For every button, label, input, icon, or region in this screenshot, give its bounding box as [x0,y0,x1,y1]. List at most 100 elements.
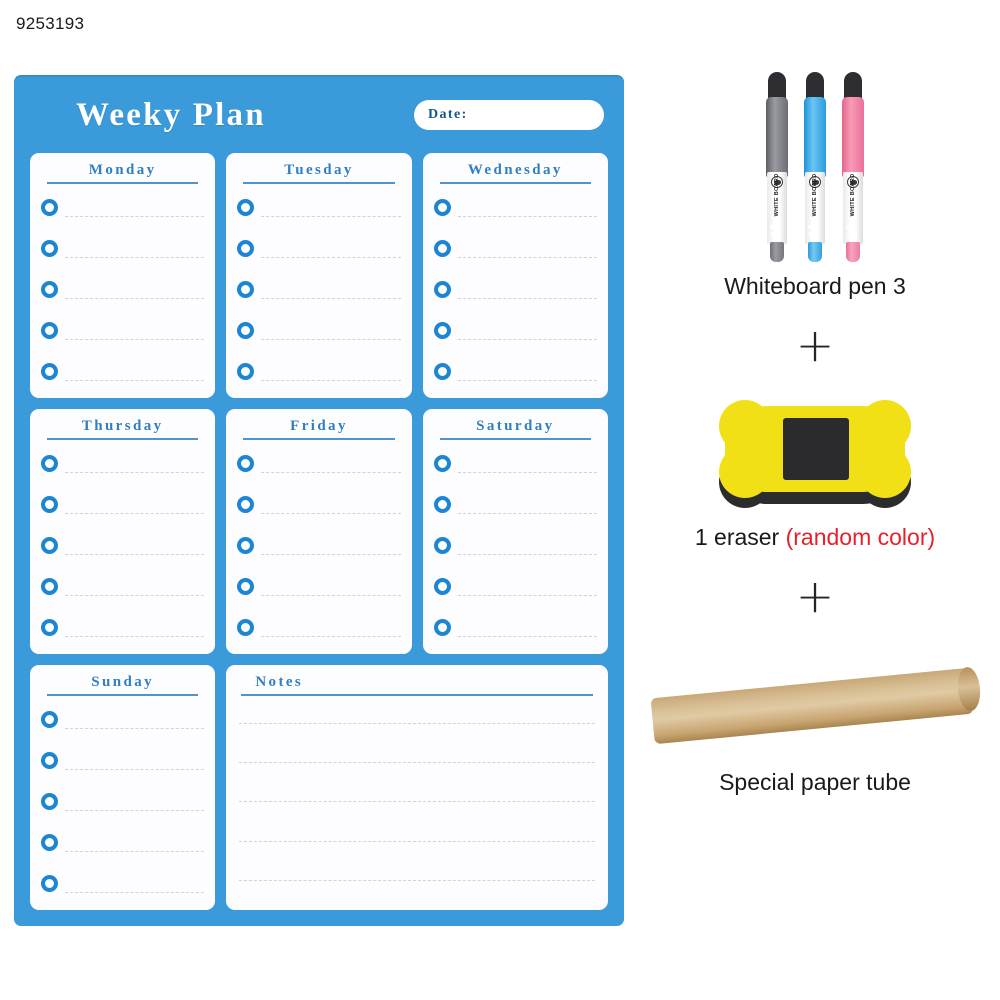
checkbox-ring-icon[interactable] [237,455,255,473]
checkbox-ring-icon[interactable] [41,240,58,258]
checkbox-ring-icon[interactable] [433,240,451,258]
write-line [457,471,597,473]
checkbox-ring-icon[interactable] [41,199,58,217]
task-row[interactable] [41,576,205,598]
task-row[interactable] [433,576,597,598]
task-row[interactable] [433,197,597,219]
write-line [261,594,401,596]
task-row[interactable] [237,238,401,260]
checkbox-ring-icon[interactable] [433,281,451,299]
day-title-sunday: Sunday [91,674,155,690]
day-title-friday: Friday [290,418,348,434]
checkbox-ring-icon[interactable] [237,496,255,514]
checkbox-ring-icon[interactable] [237,578,255,596]
checkbox-ring-icon[interactable] [41,711,58,729]
write-line [65,809,205,811]
task-row[interactable] [433,279,597,301]
checkbox-ring-icon[interactable] [41,455,58,473]
checkbox-ring-icon[interactable] [237,537,255,555]
task-row[interactable] [41,617,205,639]
title-underline [439,182,591,184]
checkbox-ring-icon[interactable] [237,240,255,258]
task-rows [237,442,401,649]
checkbox-ring-icon[interactable] [237,322,255,340]
task-row[interactable] [237,494,401,516]
write-line [65,215,205,217]
task-row[interactable] [433,617,597,639]
eraser-lobe [859,446,911,498]
date-field[interactable]: Date: [414,100,604,130]
checkbox-ring-icon[interactable] [41,322,58,340]
task-row[interactable] [433,238,597,260]
checkbox-ring-icon[interactable] [41,619,58,636]
task-row[interactable] [237,320,401,342]
checkbox-ring-icon[interactable] [41,875,58,892]
task-row[interactable] [237,535,401,557]
task-row[interactable] [41,832,205,854]
write-line [457,635,597,637]
write-line [261,553,401,555]
checkbox-ring-icon[interactable] [433,199,451,217]
task-row[interactable] [433,320,597,342]
checkbox-ring-icon[interactable] [237,199,255,217]
task-row[interactable] [237,197,401,219]
task-row[interactable] [41,238,205,260]
task-row[interactable] [41,279,205,301]
checkbox-ring-icon[interactable] [41,496,58,514]
paper-tube-image [650,643,983,763]
checkbox-ring-icon[interactable] [237,363,255,380]
task-row[interactable] [237,279,401,301]
title-underline [47,694,199,696]
task-row[interactable] [41,494,205,516]
title-underline [47,438,199,440]
task-row[interactable] [237,453,401,475]
task-row[interactable] [237,617,401,639]
task-row[interactable] [237,576,401,598]
task-row[interactable] [41,873,205,895]
checkbox-ring-icon[interactable] [237,281,255,299]
task-row[interactable] [433,453,597,475]
checkbox-ring-icon[interactable] [237,619,255,636]
checkbox-ring-icon[interactable] [433,455,451,473]
write-line [65,512,205,514]
title-underline [47,182,199,184]
task-row[interactable] [41,750,205,772]
task-row[interactable] [41,453,205,475]
task-row[interactable] [41,197,205,219]
checkbox-ring-icon[interactable] [433,496,451,514]
title-underline [243,182,395,184]
pen-dots-decor [846,225,860,239]
eraser-felt-pad [783,418,849,480]
checkbox-ring-icon[interactable] [433,322,451,340]
checkbox-ring-icon[interactable] [41,363,58,380]
task-row[interactable] [41,791,205,813]
task-row[interactable] [41,709,205,731]
write-line [457,297,597,299]
task-row[interactable] [41,535,205,557]
checkbox-ring-icon[interactable] [433,619,451,636]
task-row[interactable] [433,494,597,516]
checkbox-ring-icon[interactable] [41,834,58,852]
task-row[interactable] [237,361,401,383]
task-row[interactable] [41,320,205,342]
checkbox-ring-icon[interactable] [41,537,58,555]
pen-dots-decor [808,225,822,239]
write-line [65,727,205,729]
plus-separator-2: + [795,569,835,623]
checkbox-ring-icon[interactable] [41,752,58,770]
task-row[interactable] [433,361,597,383]
write-line [65,471,205,473]
notes-lines[interactable] [237,698,597,905]
checkbox-ring-icon[interactable] [433,578,451,596]
checkbox-ring-icon[interactable] [433,537,451,555]
weekly-planner-board: Weeky Plan Date: Monday Tuesday Wednesda… [14,75,624,926]
write-line [261,338,401,340]
pen-tip [808,242,822,262]
task-row[interactable] [41,361,205,383]
task-row[interactable] [433,535,597,557]
checkbox-ring-icon[interactable] [41,281,58,299]
write-line [261,297,401,299]
checkbox-ring-icon[interactable] [433,363,451,380]
checkbox-ring-icon[interactable] [41,578,58,596]
checkbox-ring-icon[interactable] [41,793,58,811]
